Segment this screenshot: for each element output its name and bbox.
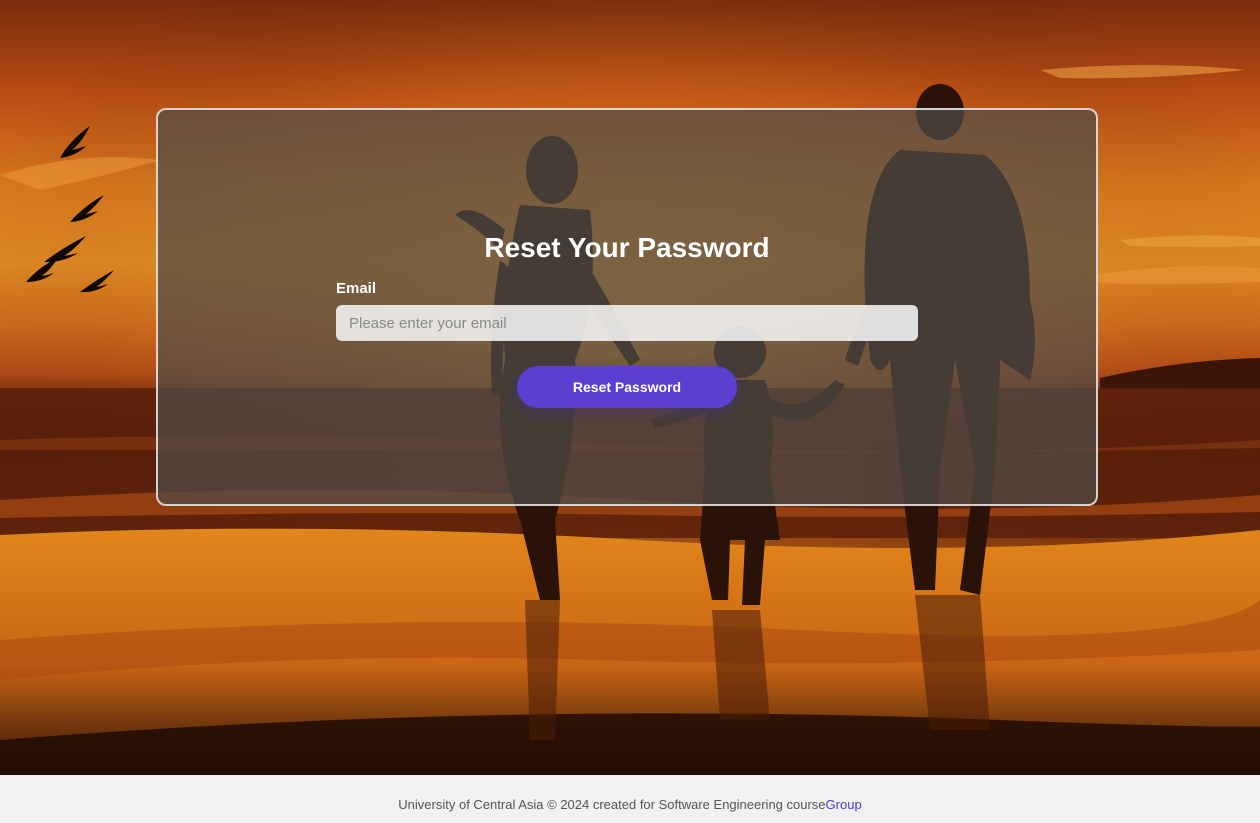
page-title: Reset Your Password xyxy=(484,232,770,263)
footer-group-link[interactable]: Group xyxy=(826,797,862,812)
email-field[interactable] xyxy=(336,305,918,341)
reset-password-button[interactable]: Reset Password xyxy=(517,366,737,408)
reset-password-card: Reset Your Password Email Reset Password xyxy=(156,108,1098,506)
email-label: Email xyxy=(336,280,377,297)
reset-password-page: Reset Your Password Email Reset Password… xyxy=(0,0,1260,823)
footer: University of Central Asia © 2024 create… xyxy=(0,775,1260,823)
footer-text: University of Central Asia © 2024 create… xyxy=(398,797,826,812)
